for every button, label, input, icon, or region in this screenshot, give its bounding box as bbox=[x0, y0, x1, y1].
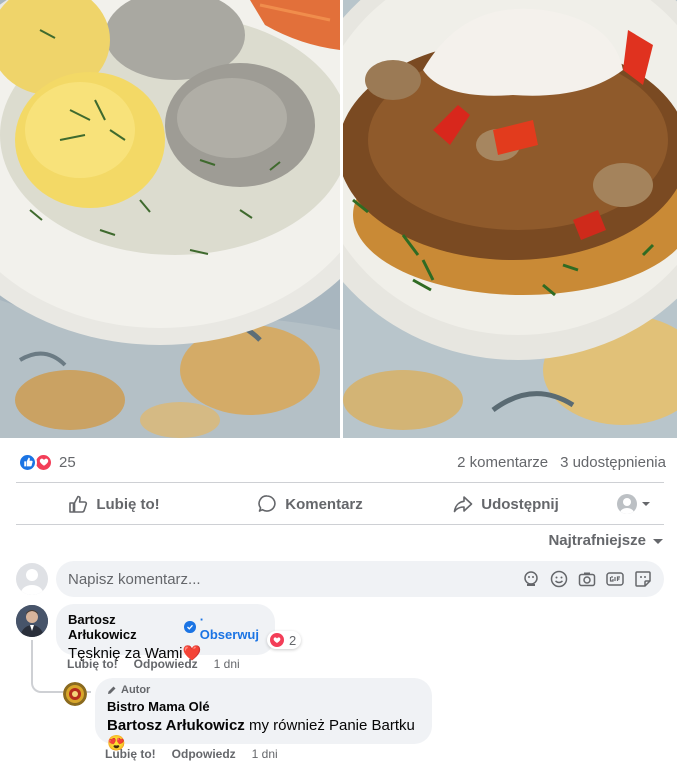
reply-reply-link[interactable]: Odpowiedz bbox=[172, 747, 236, 761]
commenter-avatar[interactable] bbox=[16, 605, 48, 637]
comment-like-link[interactable]: Lubię to! bbox=[67, 657, 118, 671]
author-tag: Autor bbox=[107, 684, 420, 696]
sticker-icon[interactable] bbox=[634, 570, 652, 588]
comment-reaction-badge[interactable]: 2 bbox=[267, 631, 302, 649]
post-photos bbox=[0, 0, 677, 438]
sort-label: Najtrafniejsze bbox=[548, 532, 646, 549]
comment-bubble-icon bbox=[258, 495, 276, 512]
bistro-logo-icon bbox=[63, 682, 87, 706]
reply-bubble: Autor Bistro Mama Olé Bartosz Arłukowicz… bbox=[95, 678, 432, 752]
reply-like-link[interactable]: Lubię to! bbox=[105, 747, 156, 761]
comment-author-name[interactable]: Bartosz Arłukowicz bbox=[68, 612, 180, 642]
photo-cutlet-peppers[interactable] bbox=[343, 0, 677, 438]
photo-dumplings-dill-sauce[interactable] bbox=[0, 0, 340, 438]
mention-link[interactable]: Bartosz Arłukowicz bbox=[107, 717, 245, 734]
comment-bubble: Bartosz Arłukowicz · Obserwuj Tęsknię za… bbox=[56, 604, 275, 662]
chevron-down-icon bbox=[642, 502, 650, 506]
follow-button[interactable]: · Obserwuj bbox=[200, 612, 263, 642]
comment-sort-dropdown[interactable]: Najtrafniejsze bbox=[548, 532, 664, 549]
shares-count-link[interactable]: 3 udostępnienia bbox=[560, 454, 666, 471]
current-user-avatar[interactable] bbox=[16, 563, 48, 595]
share-button[interactable]: Udostępnij bbox=[408, 486, 604, 522]
reply-author-name[interactable]: Bistro Mama Olé bbox=[107, 699, 420, 714]
comments-count-link[interactable]: 2 komentarze bbox=[457, 454, 548, 471]
camera-icon[interactable] bbox=[578, 570, 596, 588]
comment-composer: Napisz komentarz... bbox=[16, 561, 664, 597]
react-as-selector[interactable] bbox=[604, 494, 664, 514]
pencil-icon bbox=[108, 686, 116, 694]
share-arrow-icon bbox=[453, 496, 473, 513]
comment-reaction-count: 2 bbox=[289, 632, 297, 648]
photo-cutlet-illustration bbox=[343, 0, 677, 438]
comment-input[interactable]: Napisz komentarz... bbox=[56, 561, 664, 597]
emoji-icon[interactable] bbox=[550, 570, 568, 588]
comment-button-label: Komentarz bbox=[285, 495, 363, 513]
reaction-icons[interactable] bbox=[18, 452, 53, 472]
comment-meta: Lubię to! Odpowiedz 1 dni bbox=[67, 657, 240, 671]
page-avatar[interactable] bbox=[63, 682, 87, 706]
reactions-count[interactable]: 25 bbox=[59, 454, 76, 471]
like-button[interactable]: Lubię to! bbox=[16, 486, 212, 522]
gif-icon[interactable] bbox=[606, 570, 624, 588]
photo-dumplings-illustration bbox=[0, 0, 340, 438]
love-reaction-icon bbox=[269, 632, 285, 648]
share-button-label: Udostępnij bbox=[481, 495, 559, 513]
profile-avatar-icon bbox=[617, 494, 637, 514]
thumbs-up-icon bbox=[69, 495, 88, 513]
comment-button[interactable]: Komentarz bbox=[212, 486, 408, 522]
comment-input-placeholder: Napisz komentarz... bbox=[68, 570, 201, 588]
divider-bottom bbox=[16, 524, 664, 525]
verified-badge-icon bbox=[184, 621, 196, 633]
chevron-down-icon bbox=[653, 538, 663, 544]
reply-meta: Lubię to! Odpowiedz 1 dni bbox=[105, 747, 278, 761]
comment-timestamp[interactable]: 1 dni bbox=[214, 657, 240, 671]
like-button-label: Lubię to! bbox=[96, 495, 160, 513]
comment-reply-link[interactable]: Odpowiedz bbox=[134, 657, 198, 671]
reaction-summary: 25 2 komentarze 3 udostępnienia bbox=[18, 451, 666, 473]
avatar-sticker-icon[interactable] bbox=[522, 570, 540, 588]
reply-timestamp[interactable]: 1 dni bbox=[252, 747, 278, 761]
like-reaction-icon bbox=[18, 452, 37, 472]
divider-top bbox=[16, 482, 664, 483]
post-action-bar: Lubię to! Komentarz Udostępnij bbox=[16, 484, 664, 524]
